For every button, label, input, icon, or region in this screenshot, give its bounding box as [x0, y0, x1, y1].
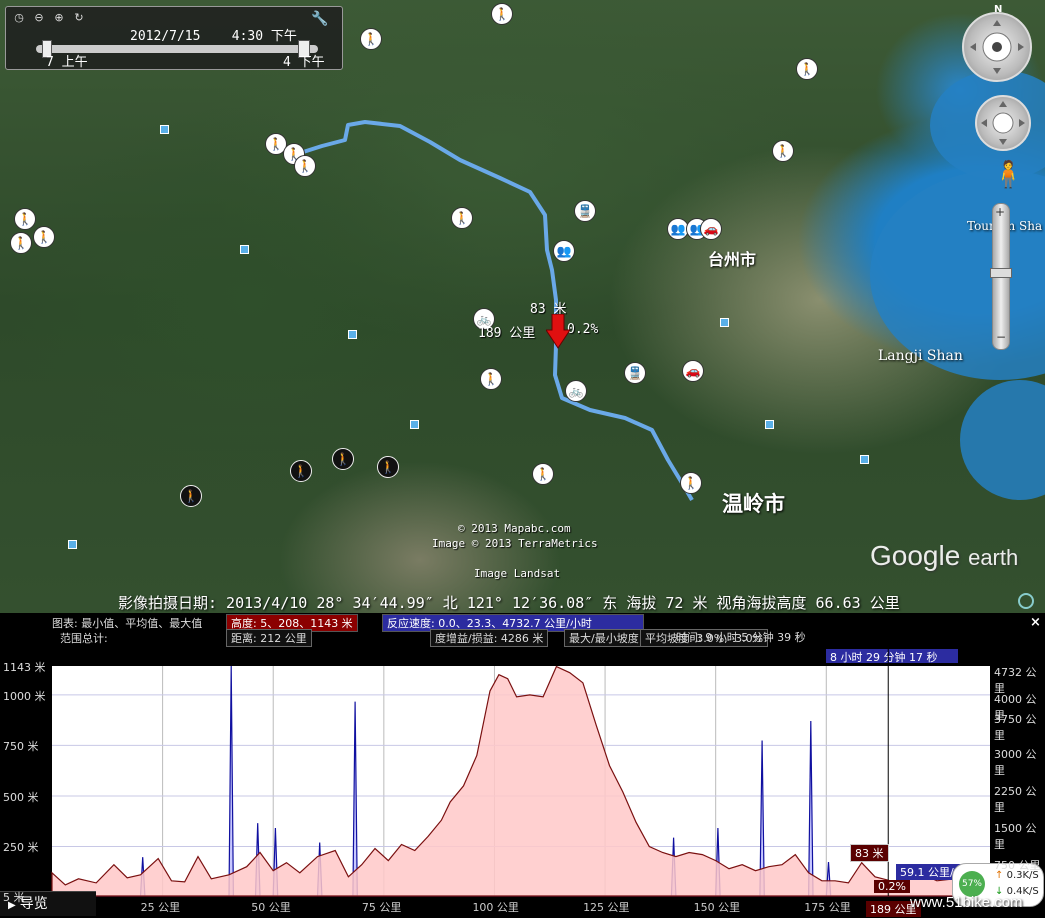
- placemark-icon[interactable]: [68, 540, 77, 549]
- hiking-icon[interactable]: 🚶: [680, 472, 702, 494]
- placemark-icon[interactable]: [240, 245, 249, 254]
- zoom-plus-icon[interactable]: +: [995, 205, 1005, 219]
- time-date-text: 2012/7/15: [130, 29, 201, 44]
- hiking-icon[interactable]: 🚶: [532, 463, 554, 485]
- time-start-label: 7 上午: [46, 55, 88, 70]
- x-tick-label: 75 公里: [361, 901, 402, 914]
- placemark-icon[interactable]: [720, 318, 729, 327]
- cursor-grade-badge: 0.2%: [874, 880, 910, 893]
- y-right-tick-label: 1500 公里: [994, 822, 1037, 851]
- time-current: 2012/7/15 4:30 下午: [130, 25, 297, 44]
- x-tick-label: 50 公里: [251, 901, 291, 914]
- hand-icon: [981, 101, 1025, 145]
- train-icon[interactable]: 🚆: [574, 200, 596, 222]
- people-icon[interactable]: 👥: [553, 240, 575, 262]
- hiking-icon[interactable]: 🚶: [10, 232, 32, 254]
- y-tick-label: 1000 米: [3, 689, 46, 703]
- elevation-profile-panel[interactable]: × 图表: 最小值、平均值、最大值 高度: 5、208、1143 米 反应速度:…: [0, 613, 1045, 917]
- zoom-knob[interactable]: [990, 268, 1012, 278]
- elevation-chart[interactable]: [0, 613, 1045, 915]
- marker-distance: 189 公里: [478, 326, 536, 341]
- logo-google-text: Google: [870, 540, 961, 571]
- y-tick-label: 1143 米: [3, 661, 46, 674]
- cursor-elevation-badge: 83 米: [850, 844, 889, 862]
- hiking-icon[interactable]: 🚶: [360, 28, 382, 50]
- marker-grade: 0.2%: [567, 322, 599, 337]
- hiking-icon[interactable]: 🚶: [480, 368, 502, 390]
- hiking-icon[interactable]: 🚶: [290, 460, 312, 482]
- hiking-icon[interactable]: 🚶: [796, 58, 818, 80]
- move-joystick[interactable]: [975, 95, 1031, 151]
- hiking-icon[interactable]: 🚶: [491, 3, 513, 25]
- placemark-icon[interactable]: [765, 420, 774, 429]
- zoom-in-icon[interactable]: ⊕: [52, 11, 66, 25]
- y-right-tick-label: 2250 公里: [994, 785, 1037, 814]
- car-icon[interactable]: 🚗: [682, 360, 704, 382]
- city-label-taizhou: 台州市: [708, 250, 757, 269]
- placemark-icon[interactable]: [160, 125, 169, 134]
- time-time-text: 4:30 下午: [231, 29, 297, 44]
- y-right-tick-label: 3750 公里: [994, 713, 1037, 742]
- hiking-icon[interactable]: 🚶: [332, 448, 354, 470]
- x-tick-label: 175 公里: [804, 901, 851, 914]
- attribution-line: Image © 2013 TerraMetrics: [432, 537, 598, 550]
- hiking-icon[interactable]: 🚶: [14, 208, 36, 230]
- zoom-minus-icon[interactable]: −: [996, 330, 1006, 344]
- hiking-icon[interactable]: 🚶: [377, 456, 399, 478]
- hiking-icon[interactable]: 🚶: [294, 155, 316, 177]
- y-tick-label: 500 米: [3, 790, 39, 804]
- x-tick-label: 25 公里: [140, 901, 181, 914]
- time-slider-panel[interactable]: ◷ ⊖ ⊕ ↻ 2012/7/15 4:30 下午 7 上午 4 下午 🔧: [5, 6, 343, 70]
- x-tick-label: 100 公里: [472, 901, 519, 914]
- hiking-icon[interactable]: 🚶: [180, 485, 202, 507]
- island-label: Langji Shan: [878, 348, 963, 364]
- y-tick-label: 5 米: [3, 891, 25, 904]
- look-joystick[interactable]: [962, 12, 1032, 82]
- hiking-icon[interactable]: 🚶: [33, 226, 55, 248]
- placemark-icon[interactable]: [860, 455, 869, 464]
- wrench-icon[interactable]: 🔧: [311, 11, 328, 27]
- y-right-tick-label: 3000 公里: [994, 748, 1037, 777]
- zoom-out-icon[interactable]: ⊖: [32, 11, 46, 25]
- train-icon[interactable]: 🚆: [624, 362, 646, 384]
- placemark-icon[interactable]: [410, 420, 419, 429]
- time-end-label: 4 下午: [283, 55, 325, 70]
- placemark-icon[interactable]: [348, 330, 357, 339]
- y-tick-label: 250 米: [3, 841, 39, 855]
- google-earth-logo: Google earth: [870, 540, 1018, 572]
- y-tick-label: 750 米: [3, 740, 39, 754]
- pegman-icon[interactable]: 🧍: [992, 160, 1024, 190]
- attribution-line: © 2013 Mapabc.com: [458, 522, 571, 535]
- attribution-line: Image Landsat: [474, 567, 561, 580]
- city-label-wenling: 温岭市: [722, 492, 785, 516]
- status-bar: 影像拍摄日期: 2013/4/10 28° 34′44.99″ 北 121° 1…: [118, 594, 900, 612]
- loop-icon[interactable]: ↻: [72, 11, 86, 25]
- y-right-tick-label: 750 公里: [994, 859, 1041, 872]
- hiking-icon[interactable]: 🚶: [772, 140, 794, 162]
- x-tick-label: 150 公里: [693, 901, 741, 914]
- position-arrow-icon: [546, 314, 570, 349]
- hiking-icon[interactable]: 🚶: [451, 207, 473, 229]
- clock-icon[interactable]: ◷: [12, 11, 26, 25]
- map-view[interactable]: 🚶 🚶 🚶 🚶 🚶 🚶 🚶 🚶 🚶 🚶 🚶 🚆 👥 👥 👥 🚗 🚲 🚶 🚆 🚗 …: [0, 0, 1045, 613]
- x-tick-label: 125 公里: [583, 901, 630, 914]
- car-icon[interactable]: 🚗: [700, 218, 722, 240]
- cycling-icon[interactable]: 🚲: [565, 380, 587, 402]
- loading-indicator-icon: [1018, 593, 1034, 609]
- logo-earth-text: earth: [968, 545, 1019, 570]
- eye-icon: [970, 20, 1024, 74]
- watermark: www.51bike.com: [910, 894, 1023, 911]
